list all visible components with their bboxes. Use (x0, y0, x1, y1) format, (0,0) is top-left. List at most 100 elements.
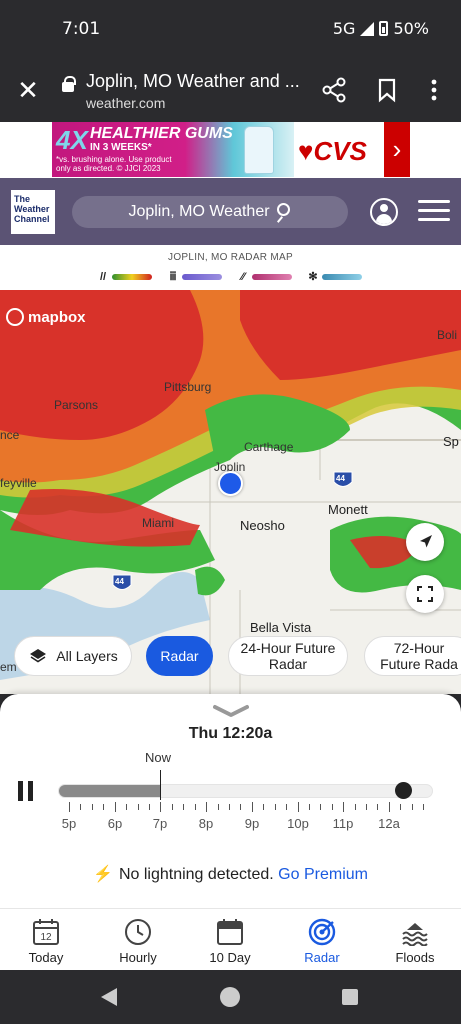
timeline-tick (160, 802, 162, 812)
mapbox-attribution[interactable]: mapbox (6, 308, 86, 326)
ad-creative[interactable]: 4X HEALTHIER GUMS IN 3 WEEKS* *vs. brush… (52, 122, 294, 177)
locate-me-button[interactable] (406, 523, 444, 561)
back-icon[interactable] (101, 988, 117, 1006)
nav-hourly-label: Hourly (119, 950, 157, 965)
radar-map[interactable]: mapbox Pittsburg Parsons nce Carthage Jo… (0, 290, 461, 694)
lock-icon (62, 76, 76, 92)
pause-button[interactable] (18, 781, 34, 801)
chevron-down-icon[interactable] (213, 704, 249, 718)
location-search-bar[interactable]: Joplin, MO Weather (72, 196, 348, 228)
mix-icon: ⅲ (169, 271, 177, 283)
timeline-tick (423, 804, 425, 810)
timeline-tick (183, 804, 185, 810)
legend-mix: ⅲ (166, 270, 222, 283)
timeline-tick-label: 8p (198, 816, 214, 831)
mix-color-bar (182, 273, 222, 280)
all-layers-label: All Layers (56, 648, 118, 664)
account-icon[interactable] (370, 198, 398, 226)
bottom-navigation: 12 Today Hourly 10 Day Radar Floods (0, 908, 461, 970)
recents-icon[interactable] (342, 989, 358, 1005)
city-label-coffeyville: feyville (0, 476, 37, 490)
radar-legend: JOPLIN, MO RADAR MAP // ⅲ ⁄⁄ ✻ (0, 245, 461, 290)
timeline-tick (206, 802, 208, 812)
timeline-played-fill (59, 785, 160, 797)
timeline-tick (400, 804, 402, 810)
fullscreen-icon (417, 586, 433, 602)
timeline-tick (308, 804, 310, 810)
nav-today-label: Today (28, 950, 64, 965)
timeline-tick (263, 804, 265, 810)
clock-icon (125, 919, 151, 945)
legend-row: // ⅲ ⁄⁄ ✻ (96, 270, 376, 283)
timeline-tick (137, 804, 139, 810)
city-label-pittsburg: Pittsburg (164, 380, 212, 394)
ad-arrow-button[interactable]: › (384, 122, 410, 177)
site-logo[interactable]: The Weather Channel (11, 190, 55, 234)
timeline-tick (354, 804, 356, 810)
calendar-day-icon: 12 (33, 919, 59, 945)
timeline-tick (251, 802, 253, 812)
timeline-tick (114, 802, 116, 812)
ice-icon: ⁄⁄ (241, 270, 245, 283)
city-label-monett: Monett (328, 502, 368, 517)
timeline-slider[interactable] (58, 784, 433, 798)
timeline-tick (274, 804, 276, 810)
city-label-bella-vista: Bella Vista (250, 620, 312, 635)
current-frame-time: Thu 12:20a (188, 725, 273, 742)
timeline-tick (148, 804, 150, 810)
nav-hourly[interactable]: Hourly (92, 909, 184, 971)
tab-radar-layer[interactable]: Radar (146, 636, 213, 676)
timeline-tick (320, 804, 322, 810)
future-24-label: 24-Hour Future Radar (240, 640, 336, 672)
current-location-marker[interactable] (218, 471, 243, 496)
home-icon[interactable] (220, 987, 240, 1007)
timeline-tick (217, 804, 219, 810)
more-options-icon[interactable] (424, 76, 444, 104)
timeline-ticks (69, 802, 425, 812)
bookmark-icon[interactable] (376, 76, 398, 104)
page-title: Joplin, MO Weather and ... (86, 71, 300, 91)
tab-72-hour-future-radar[interactable]: 72-Hour Future Rada (364, 636, 461, 676)
nav-radar[interactable]: Radar (276, 909, 368, 971)
nav-10-day[interactable]: 10 Day (184, 909, 276, 971)
tab-24-hour-future-radar[interactable]: 24-Hour Future Radar (228, 636, 348, 676)
timeline-tick (297, 802, 299, 812)
share-icon[interactable] (320, 76, 348, 104)
timeline-tick (343, 802, 345, 812)
nav-floods[interactable]: Floods (369, 909, 461, 971)
timeline-tick (411, 804, 413, 810)
all-layers-button[interactable]: All Layers (14, 636, 132, 676)
advertisement-banner[interactable]: 4X HEALTHIER GUMS IN 3 WEEKS* *vs. brush… (0, 122, 461, 178)
ice-color-bar (252, 273, 292, 280)
close-tab-button[interactable]: ✕ (14, 76, 42, 104)
today-date-number: 12 (40, 932, 52, 943)
location-search-text: Joplin, MO Weather (128, 203, 270, 220)
search-icon (277, 203, 290, 216)
battery-percent: 50% (393, 19, 429, 38)
lightning-status: ⚡ No lightning detected. Go Premium (0, 864, 461, 884)
timeline-tick (228, 804, 230, 810)
legend-rain: // (96, 271, 152, 283)
radar-icon (308, 918, 336, 946)
timeline-tick-label: 12a (378, 816, 400, 831)
interstate-label-2: 44 (115, 577, 124, 586)
ad-brand[interactable]: ♥CVS (298, 136, 367, 167)
timeline-tick-label: 10p (287, 816, 309, 831)
timeline-tick (80, 804, 82, 810)
mapbox-logo-icon (6, 308, 24, 326)
go-premium-link[interactable]: Go Premium (278, 866, 368, 883)
fullscreen-button[interactable] (406, 575, 444, 613)
nav-today[interactable]: 12 Today (0, 909, 92, 971)
page-url[interactable]: weather.com (86, 95, 165, 111)
interstate-label: 44 (336, 474, 345, 483)
city-label-bentonville: em (0, 660, 17, 674)
radar-map-title: JOPLIN, MO RADAR MAP (168, 252, 293, 263)
timeline-slider-handle[interactable] (395, 782, 412, 799)
future-72-label: 72-Hour Future Rada (380, 640, 458, 672)
calendar-icon (217, 919, 243, 945)
hamburger-menu-icon[interactable] (418, 200, 450, 224)
site-header: The Weather Channel Joplin, MO Weather (0, 178, 461, 245)
nav-10-day-label: 10 Day (209, 950, 251, 965)
browser-toolbar: ✕ Joplin, MO Weather and ... weather.com (0, 58, 461, 122)
now-marker (160, 770, 161, 800)
